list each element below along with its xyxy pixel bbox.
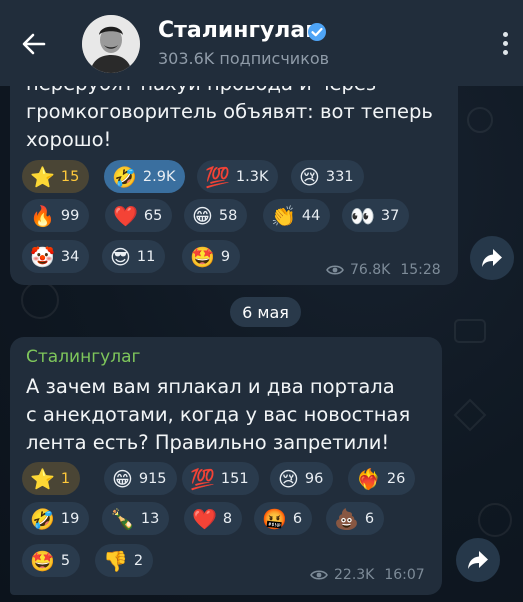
- rofl-emoji-icon: 🤣: [30, 506, 55, 531]
- reaction-heart[interactable]: ❤️ 65: [105, 199, 173, 232]
- heart-emoji-icon: ❤️: [113, 203, 138, 228]
- reaction-star[interactable]: ⭐ 15: [22, 160, 90, 193]
- reaction-cry[interactable]: 😢 331: [291, 160, 364, 193]
- channel-avatar[interactable]: [82, 15, 140, 73]
- fire-emoji-icon: 🔥: [30, 203, 55, 228]
- reaction-clap[interactable]: 👏 44: [263, 199, 331, 232]
- share-button[interactable]: [456, 538, 500, 582]
- eyes-emoji-icon: 👀: [350, 203, 375, 228]
- swearing-emoji-icon: 🤬: [262, 506, 287, 531]
- reaction-star[interactable]: ⭐ 1: [22, 462, 81, 495]
- chat-header: Сталингулаг 303.6K подписчиков: [0, 0, 523, 86]
- star-icon: ⭐: [30, 164, 55, 189]
- sender-name[interactable]: Сталингулаг: [26, 347, 140, 367]
- star-struck-emoji-icon: 🤩: [30, 548, 55, 573]
- heart-on-fire-emoji-icon: ❤️‍🔥: [356, 466, 381, 491]
- reaction-thumbs-down[interactable]: 👎 2: [95, 544, 154, 577]
- message-bubble[interactable]: перерубят нахуй провода и через громкого…: [10, 60, 458, 285]
- share-arrow-icon: [482, 249, 502, 267]
- message-meta: 22.3K 16:07: [310, 567, 425, 583]
- reaction-hundred[interactable]: 💯 1.3K: [197, 160, 279, 193]
- reaction-grin[interactable]: 😁 915: [104, 462, 177, 495]
- crying-emoji-icon: 😢: [278, 466, 299, 491]
- reaction-star-struck[interactable]: 🤩 5: [22, 544, 81, 577]
- message-time: 15:28: [400, 262, 441, 278]
- reaction-fire[interactable]: 🔥 99: [22, 199, 90, 232]
- reaction-rofl[interactable]: 🤣 2.9K: [104, 160, 186, 193]
- message-time: 16:07: [384, 567, 425, 583]
- reaction-hundred[interactable]: 💯 151: [182, 462, 259, 495]
- back-arrow-icon[interactable]: [18, 28, 50, 60]
- star-icon: ⭐: [30, 466, 55, 491]
- message-meta: 76.8K 15:28: [326, 262, 441, 278]
- thumbs-down-emoji-icon: 👎: [103, 548, 128, 573]
- verified-badge-icon: [308, 23, 326, 41]
- grin-emoji-icon: 😁: [192, 203, 213, 228]
- hundred-emoji-icon: 💯: [190, 466, 215, 491]
- reaction-eyes[interactable]: 👀 37: [342, 199, 410, 232]
- heart-emoji-icon: ❤️: [192, 506, 217, 531]
- clown-emoji-icon: 🤡: [30, 244, 55, 269]
- views-eye-icon: [310, 570, 328, 580]
- reaction-clown[interactable]: 🤡 34: [22, 240, 90, 273]
- reaction-star-struck[interactable]: 🤩 9: [182, 240, 241, 273]
- sunglasses-emoji-icon: 😎: [110, 244, 131, 269]
- more-options-icon[interactable]: [501, 32, 509, 58]
- reaction-cool[interactable]: 😎 11: [102, 240, 166, 273]
- crying-emoji-icon: 😢: [299, 164, 320, 189]
- reaction-heart-on-fire[interactable]: ❤️‍🔥 26: [348, 462, 416, 495]
- reaction-champagne[interactable]: 🍾 13: [102, 502, 170, 535]
- poop-emoji-icon: 💩: [334, 506, 359, 531]
- reaction-poop[interactable]: 💩 6: [326, 502, 385, 535]
- message-text: А зачем вам яплакал и два портала с анек…: [26, 375, 411, 454]
- date-separator: 6 мая: [230, 297, 301, 327]
- reaction-swearing[interactable]: 🤬 6: [254, 502, 313, 535]
- star-struck-emoji-icon: 🤩: [190, 244, 215, 269]
- view-count: 22.3K: [334, 567, 375, 583]
- channel-name[interactable]: Сталингулаг: [158, 18, 317, 43]
- grin-emoji-icon: 😁: [112, 466, 133, 491]
- reaction-rofl[interactable]: 🤣 19: [22, 502, 90, 535]
- rofl-emoji-icon: 🤣: [112, 164, 137, 189]
- reaction-grin[interactable]: 😁 58: [184, 199, 248, 232]
- hundred-emoji-icon: 💯: [205, 164, 230, 189]
- reaction-cry[interactable]: 😢 96: [270, 462, 334, 495]
- clap-emoji-icon: 👏: [271, 203, 296, 228]
- telegram-channel-view: Сталингулаг 303.6K подписчиков перерубят…: [0, 0, 523, 602]
- subscriber-count: 303.6K подписчиков: [158, 49, 330, 68]
- message-bubble[interactable]: Сталингулаг А зачем вам яплакал и два по…: [10, 337, 442, 595]
- views-eye-icon: [326, 265, 344, 275]
- champagne-emoji-icon: 🍾: [110, 506, 135, 531]
- share-arrow-icon: [468, 551, 488, 569]
- reaction-heart[interactable]: ❤️ 8: [184, 502, 243, 535]
- view-count: 76.8K: [350, 262, 391, 278]
- share-button[interactable]: [470, 236, 514, 280]
